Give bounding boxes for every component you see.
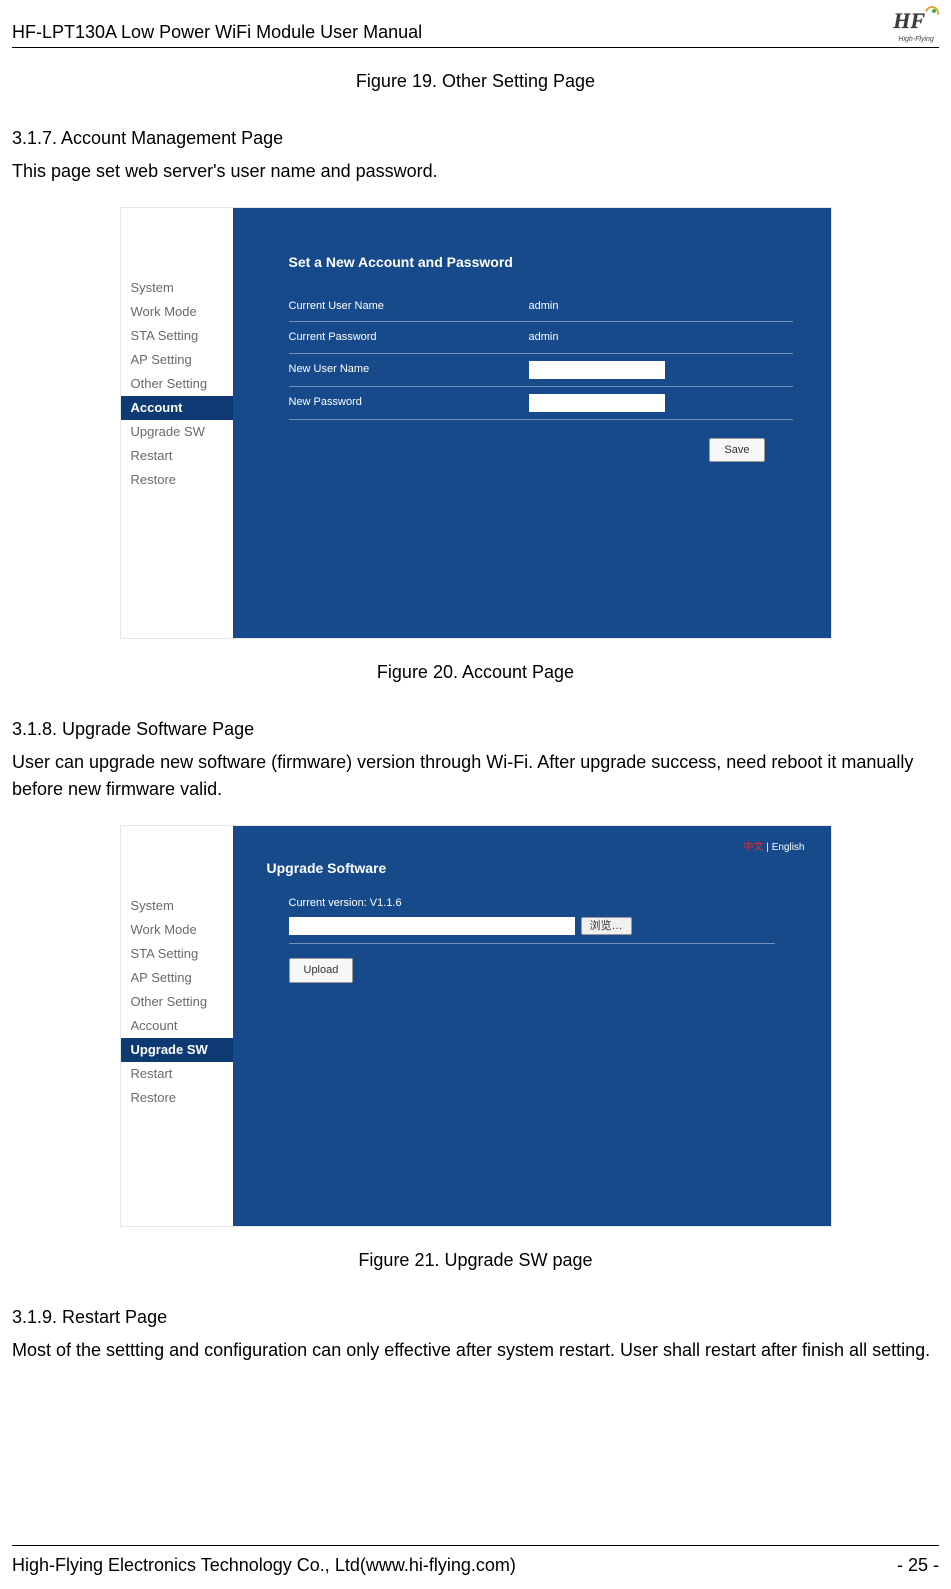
row-new-user: New User Name <box>289 354 793 387</box>
sidebar-item-restore[interactable]: Restore <box>121 468 233 492</box>
logo-subtext: High-Flying <box>893 35 939 46</box>
sidebar-item-other-setting[interactable]: Other Setting <box>121 990 233 1014</box>
account-panel-title: Set a New Account and Password <box>289 252 805 273</box>
page-footer: High-Flying Electronics Technology Co., … <box>12 1545 939 1579</box>
sidebar-item-account[interactable]: Account <box>121 1014 233 1038</box>
label-current-password: Current Password <box>289 329 529 346</box>
upgrade-main: 中文 | English Upgrade Software Current ve… <box>233 826 831 1226</box>
upgrade-divider <box>289 943 775 944</box>
upload-button[interactable]: Upload <box>289 958 354 983</box>
sidebar-item-account[interactable]: Account <box>121 396 233 420</box>
input-new-password[interactable] <box>529 394 665 412</box>
sidebar-item-sta-setting[interactable]: STA Setting <box>121 942 233 966</box>
account-app-panel: System Work Mode STA Setting AP Setting … <box>120 207 832 639</box>
page-header: HF-LPT130A Low Power WiFi Module User Ma… <box>12 4 939 48</box>
language-bar: 中文 | English <box>259 840 805 850</box>
label-new-password: New Password <box>289 394 529 411</box>
sidebar-item-ap-setting[interactable]: AP Setting <box>121 348 233 372</box>
lang-separator: | <box>764 842 772 853</box>
current-version-label: Current version: V1.1.6 <box>289 895 805 912</box>
sidebar-item-work-mode[interactable]: Work Mode <box>121 918 233 942</box>
value-current-password: admin <box>529 329 559 346</box>
input-new-user[interactable] <box>529 361 665 379</box>
figure-20: System Work Mode STA Setting AP Setting … <box>12 207 939 639</box>
row-new-password: New Password <box>289 387 793 420</box>
section-317-heading: 3.1.7. Account Management Page <box>12 125 939 152</box>
sidebar-item-upgrade-sw[interactable]: Upgrade SW <box>121 420 233 444</box>
row-current-password: Current Password admin <box>289 322 793 354</box>
section-319-heading: 3.1.9. Restart Page <box>12 1304 939 1331</box>
footer-company: High-Flying Electronics Technology Co., … <box>12 1552 516 1579</box>
sidebar-item-restart[interactable]: Restart <box>121 1062 233 1086</box>
label-current-user: Current User Name <box>289 298 529 315</box>
account-main: Set a New Account and Password Current U… <box>233 208 831 638</box>
brand-logo: HF High-Flying <box>893 4 939 46</box>
sidebar-item-ap-setting[interactable]: AP Setting <box>121 966 233 990</box>
upgrade-app-panel: System Work Mode STA Setting AP Setting … <box>120 825 832 1227</box>
sidebar-item-upgrade-sw[interactable]: Upgrade SW <box>121 1038 233 1062</box>
upgrade-sidebar: System Work Mode STA Setting AP Setting … <box>121 826 233 1226</box>
browse-button[interactable]: 浏览… <box>581 917 632 935</box>
sidebar-item-restart[interactable]: Restart <box>121 444 233 468</box>
logo-text: HF <box>893 8 939 33</box>
file-select-row: 浏览… <box>289 917 805 935</box>
label-new-user: New User Name <box>289 361 529 378</box>
file-path-input[interactable] <box>289 917 575 935</box>
figure-21-caption: Figure 21. Upgrade SW page <box>12 1247 939 1274</box>
section-319-text: Most of the settting and configuration c… <box>12 1337 939 1364</box>
sidebar-item-sta-setting[interactable]: STA Setting <box>121 324 233 348</box>
value-current-user: admin <box>529 298 559 315</box>
sidebar-item-system[interactable]: System <box>121 894 233 918</box>
sidebar-item-other-setting[interactable]: Other Setting <box>121 372 233 396</box>
save-button[interactable]: Save <box>709 438 764 463</box>
lang-en-link[interactable]: English <box>772 842 805 853</box>
figure-19-caption: Figure 19. Other Setting Page <box>12 68 939 95</box>
section-317-text: This page set web server's user name and… <box>12 158 939 185</box>
section-318-heading: 3.1.8. Upgrade Software Page <box>12 716 939 743</box>
doc-title: HF-LPT130A Low Power WiFi Module User Ma… <box>12 19 422 46</box>
sidebar-item-restore[interactable]: Restore <box>121 1086 233 1110</box>
footer-page-number: - 25 - <box>897 1552 939 1579</box>
figure-21: System Work Mode STA Setting AP Setting … <box>12 825 939 1227</box>
lang-zh-link[interactable]: 中文 <box>744 842 764 853</box>
account-sidebar: System Work Mode STA Setting AP Setting … <box>121 208 233 638</box>
row-current-user: Current User Name admin <box>289 291 793 323</box>
sidebar-item-system[interactable]: System <box>121 276 233 300</box>
section-318-text: User can upgrade new software (firmware)… <box>12 749 939 803</box>
sidebar-item-work-mode[interactable]: Work Mode <box>121 300 233 324</box>
figure-20-caption: Figure 20. Account Page <box>12 659 939 686</box>
upgrade-panel-title: Upgrade Software <box>267 858 805 879</box>
